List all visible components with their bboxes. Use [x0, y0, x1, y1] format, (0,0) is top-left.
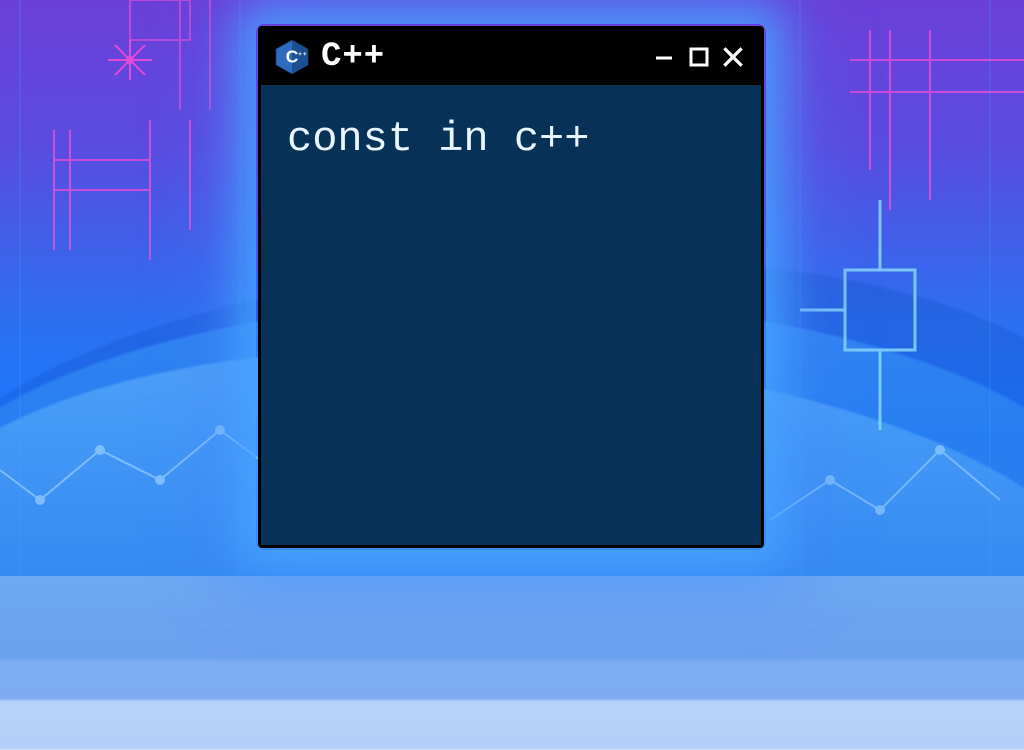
- titlebar[interactable]: C + + C++: [261, 29, 761, 85]
- window-controls: [651, 43, 747, 71]
- window-content: const in c++: [261, 85, 761, 545]
- svg-text:+: +: [298, 51, 302, 58]
- maximize-button[interactable]: [685, 43, 713, 71]
- close-button[interactable]: [719, 43, 747, 71]
- content-text: const in c++: [287, 115, 735, 163]
- minimize-button[interactable]: [651, 43, 679, 71]
- window-title: C++: [321, 38, 641, 76]
- svg-text:C: C: [286, 47, 299, 67]
- app-window: C + + C++: [258, 26, 764, 548]
- svg-text:+: +: [303, 51, 307, 58]
- cpp-logo-icon: C + +: [273, 38, 311, 76]
